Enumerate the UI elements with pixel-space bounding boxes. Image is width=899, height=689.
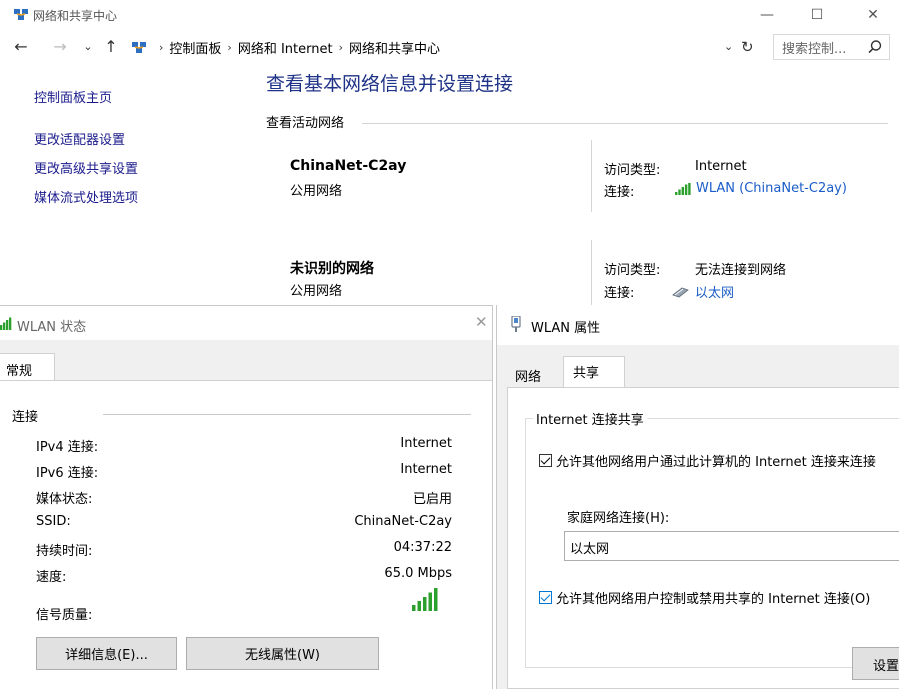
media-state-value: 已启用: [412, 492, 452, 507]
checkbox-checked-icon[interactable]: [539, 591, 552, 604]
home-network-select[interactable]: 以太网: [564, 531, 899, 561]
dialog-title-bar: WLAN 状态 ✕: [0, 306, 492, 340]
breadcrumb-network-sharing-center[interactable]: 网络和共享中心: [349, 38, 440, 57]
ethernet-icon: [672, 287, 689, 297]
refresh-icon[interactable]: ↻: [741, 35, 761, 59]
divider: [591, 140, 592, 212]
access-type-label: 访问类型:: [604, 163, 661, 178]
network-location-icon: [132, 42, 146, 53]
dialog-title-bar: WLAN 属性: [497, 305, 899, 345]
connection-label: 连接:: [604, 286, 635, 301]
address-dropdown-chevron-icon[interactable]: ⌄: [724, 35, 740, 59]
network-adapter-icon: [511, 316, 521, 332]
speed-label: 速度:: [36, 570, 67, 585]
wlan-properties-dialog: WLAN 属性 网络 共享 Internet 连接共享 允许其他网络用户通过此计…: [496, 305, 899, 689]
wifi-signal-icon: [675, 182, 691, 195]
ipv4-value: Internet: [400, 436, 452, 451]
divider: [103, 414, 471, 415]
tab-sharing[interactable]: 共享: [563, 356, 625, 388]
connection-group-label: 连接: [12, 410, 39, 425]
divider: [362, 123, 888, 124]
active-networks-label: 查看活动网络: [266, 116, 345, 131]
network-name: 未识别的网络: [290, 261, 374, 277]
ipv6-label: IPv6 连接:: [36, 466, 99, 481]
speed-value: 65.0 Mbps: [384, 566, 452, 581]
sidebar-item-media-streaming[interactable]: 媒体流式处理选项: [34, 187, 138, 206]
ethernet-connection-link[interactable]: 以太网: [672, 282, 734, 301]
search-icon[interactable]: [867, 39, 883, 55]
breadcrumb-separator-icon: ›: [227, 40, 232, 54]
settings-button[interactable]: 设置: [852, 647, 899, 680]
ssid-label: SSID:: [36, 514, 71, 529]
window-title: 网络和共享中心: [33, 9, 118, 23]
signal-quality-label: 信号质量:: [36, 608, 93, 623]
tab-general[interactable]: 常规: [0, 353, 55, 381]
wifi-signal-icon: [0, 317, 12, 330]
wlan-connection-link[interactable]: WLAN (ChinaNet-C2ay): [675, 181, 847, 196]
close-icon[interactable]: ✕: [475, 313, 488, 331]
address-bar[interactable]: › 控制面板 › 网络和 Internet › 网络和共享中心: [127, 35, 765, 59]
maximize-button[interactable]: ☐: [794, 0, 840, 30]
wlan-status-dialog: WLAN 状态 ✕ 常规 连接 IPv4 连接: Internet IPv6 连…: [0, 305, 493, 689]
network-center-icon: [14, 9, 28, 20]
allow-control-checkbox[interactable]: 允许其他网络用户控制或禁用共享的 Internet 连接(O): [539, 588, 870, 607]
sidebar-item-advanced-sharing[interactable]: 更改高级共享设置: [34, 158, 138, 177]
back-arrow-icon[interactable]: ←: [11, 37, 31, 57]
allow-connect-label[interactable]: 允许其他网络用户通过此计算机的 Internet 连接来连接: [556, 451, 876, 470]
wireless-properties-button[interactable]: 无线属性(W): [186, 637, 379, 670]
duration-value: 04:37:22: [393, 540, 452, 555]
ipv4-label: IPv4 连接:: [36, 440, 99, 455]
connection-label: 连接:: [604, 185, 635, 200]
allow-control-label[interactable]: 允许其他网络用户控制或禁用共享的 Internet 连接(O): [556, 588, 870, 607]
signal-strength-icon: [412, 588, 438, 611]
breadcrumb-separator-icon: ›: [159, 40, 164, 54]
ipv6-value: Internet: [400, 462, 452, 477]
breadcrumb-control-panel[interactable]: 控制面板: [169, 38, 221, 57]
home-network-label: 家庭网络连接(H):: [567, 511, 670, 526]
ics-group-legend: Internet 连接共享: [533, 409, 647, 428]
divider: [591, 240, 592, 305]
tab-network[interactable]: 网络: [515, 361, 541, 387]
sidebar-item-control-panel-home[interactable]: 控制面板主页: [34, 87, 112, 106]
network-type[interactable]: 公用网络: [290, 280, 342, 299]
sidebar-item-adapter-settings[interactable]: 更改适配器设置: [34, 129, 125, 148]
access-type-value: Internet: [695, 159, 747, 174]
checkbox-checked-icon[interactable]: [539, 454, 552, 467]
network-type[interactable]: 公用网络: [290, 180, 342, 199]
media-state-label: 媒体状态:: [36, 492, 93, 507]
ethernet-connection-link-text[interactable]: 以太网: [695, 282, 734, 301]
access-type-value: 无法连接到网络: [695, 263, 787, 278]
title-bar: 网络和共享中心 — ☐ ✕: [0, 0, 899, 30]
breadcrumb-network-internet[interactable]: 网络和 Internet: [238, 38, 333, 57]
dialog-body: 网络 共享: [497, 345, 899, 689]
search-placeholder: 搜索控制...: [782, 41, 847, 57]
address-row: ← → ⌄ ↑ › 控制面板 › 网络和 Internet › 网络和共享中心 …: [0, 30, 899, 64]
forward-arrow-icon[interactable]: →: [50, 37, 70, 57]
wlan-connection-link-text[interactable]: WLAN (ChinaNet-C2ay): [696, 181, 847, 196]
details-button[interactable]: 详细信息(E)...: [36, 637, 177, 670]
search-input[interactable]: 搜索控制...: [773, 34, 890, 60]
page-title: 查看基本网络信息并设置连接: [266, 73, 514, 95]
dialog-title: WLAN 状态: [17, 320, 87, 335]
allow-connect-checkbox[interactable]: 允许其他网络用户通过此计算机的 Internet 连接来连接: [539, 451, 876, 470]
dialog-title: WLAN 属性: [531, 321, 601, 336]
minimize-button[interactable]: —: [744, 0, 790, 30]
recent-locations-chevron-icon[interactable]: ⌄: [78, 37, 98, 57]
access-type-label: 访问类型:: [604, 263, 661, 278]
duration-label: 持续时间:: [36, 544, 93, 559]
breadcrumb-separator-icon: ›: [338, 40, 343, 54]
ssid-value: ChinaNet-C2ay: [354, 514, 452, 529]
up-arrow-icon[interactable]: ↑: [101, 37, 121, 57]
close-button[interactable]: ✕: [850, 0, 896, 30]
network-name: ChinaNet-C2ay: [290, 158, 407, 174]
